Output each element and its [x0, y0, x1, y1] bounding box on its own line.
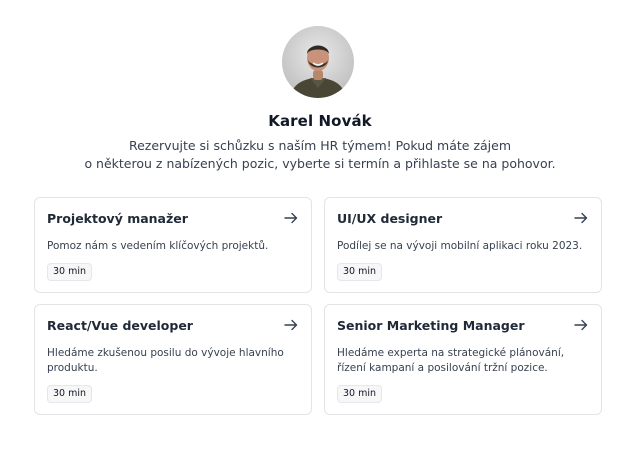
intro-text: Rezervujte si schůzku s naším HR týmem! …: [80, 137, 560, 173]
card-title: React/Vue developer: [47, 318, 193, 333]
arrow-right-icon: [284, 212, 298, 224]
duration-badge: 30 min: [337, 385, 383, 403]
duration-badge: 30 min: [47, 385, 93, 403]
profile-photo-icon: [290, 45, 346, 98]
arrow-right-icon: [574, 212, 588, 224]
card-title: Projektový manažer: [47, 211, 188, 226]
avatar: [282, 26, 354, 98]
duration-badge: 30 min: [337, 263, 383, 281]
position-card-senior-marketing-manager[interactable]: Senior Marketing Manager Hledáme experta…: [324, 304, 602, 415]
card-description: Podílej se na vývoji mobilní aplikaci ro…: [337, 240, 583, 252]
card-description: Hledáme experta na strategické plánování…: [337, 347, 565, 374]
position-card-ui-ux-designer[interactable]: UI/UX designer Podílej se na vývoji mobi…: [324, 197, 602, 293]
duration-badge: 30 min: [47, 263, 93, 281]
intro-line-2: o některou z nabízených pozic, vyberte s…: [84, 156, 556, 171]
booking-page: Karel Novák Rezervujte si schůzku s naší…: [0, 0, 640, 466]
arrow-right-icon: [284, 319, 298, 331]
card-title: Senior Marketing Manager: [337, 318, 525, 333]
card-description: Pomoz nám s vedením klíčových projektů.: [47, 240, 269, 252]
card-description: Hledáme zkušenou posilu do vývoje hlavní…: [47, 347, 284, 374]
position-card-projektovy-manazer[interactable]: Projektový manažer Pomoz nám s vedením k…: [34, 197, 312, 293]
intro-line-1: Rezervujte si schůzku s naším HR týmem! …: [128, 138, 512, 153]
position-card-react-vue-developer[interactable]: React/Vue developer Hledáme zkušenou pos…: [34, 304, 312, 415]
profile-name: Karel Novák: [268, 112, 372, 130]
card-title: UI/UX designer: [337, 211, 443, 226]
arrow-right-icon: [574, 319, 588, 331]
